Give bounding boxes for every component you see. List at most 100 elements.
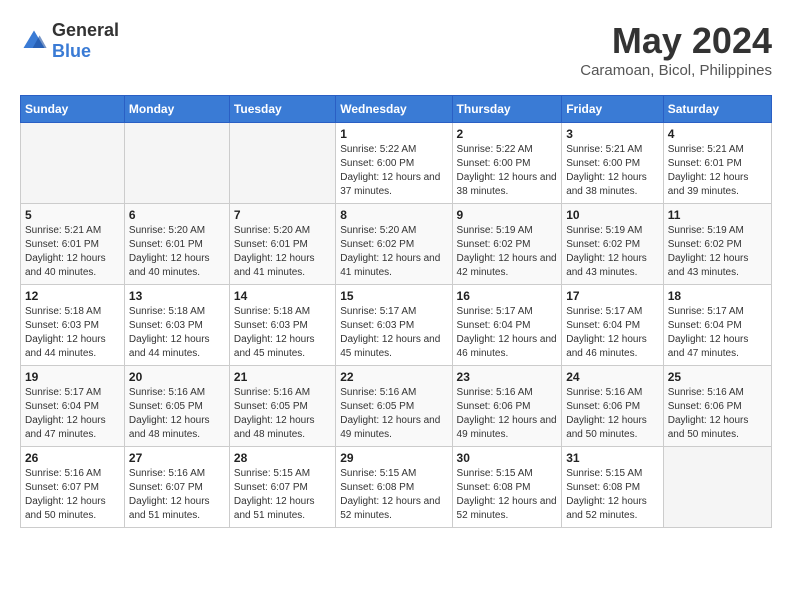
day-info: Sunrise: 5:17 AM Sunset: 6:03 PM Dayligh… [340,305,447,361]
calendar-cell: 25Sunrise: 5:16 AM Sunset: 6:06 PM Dayli… [663,366,771,447]
calendar-cell: 23 Sunrise: 5:16 AM Sunset: 6:06 PM Dayli… [452,366,562,447]
day-number: 18 [668,289,767,303]
calendar-cell: 14 Sunrise: 5:18 AM Sunset: 6:03 PM Dayli… [229,285,335,366]
day-number: 26 [25,451,120,465]
calendar-cell: 27 Sunrise: 5:16 AM Sunset: 6:07 PM Dayli… [124,447,229,528]
day-number: 27 [129,451,225,465]
calendar-header-row: SundayMondayTuesdayWednesdayThursdayFrid… [21,96,772,123]
day-info: Sunrise: 5:17 AM Sunset: 6:04 PM Dayligh… [25,386,120,442]
day-number: 20 [129,370,225,384]
day-number: 3 [566,127,659,141]
day-info: Sunrise: 5:17 AM Sunset: 6:04 PM Dayligh… [668,305,767,361]
calendar-cell: 10 Sunrise: 5:19 AM Sunset: 6:02 PM Dayli… [562,204,664,285]
logo: General Blue [20,20,119,62]
day-info: Sunrise: 5:16 AM Sunset: 6:06 PM Dayligh… [457,386,558,442]
header-friday: Friday [562,96,664,123]
calendar-cell: 20 Sunrise: 5:16 AM Sunset: 6:05 PM Dayli… [124,366,229,447]
day-number: 9 [457,208,558,222]
page-header: General Blue May 2024 Caramoan, Bicol, P… [20,20,772,79]
calendar-cell: 18 Sunrise: 5:17 AM Sunset: 6:04 PM Dayli… [663,285,771,366]
day-info: Sunrise: 5:16 AM Sunset: 6:05 PM Dayligh… [129,386,225,442]
day-number: 16 [457,289,558,303]
day-number: 11 [668,208,767,222]
calendar-cell: 31 Sunrise: 5:15 AM Sunset: 6:08 PM Dayli… [562,447,664,528]
day-info: Sunrise: 5:20 AM Sunset: 6:02 PM Dayligh… [340,224,447,280]
calendar-cell: 6 Sunrise: 5:20 AM Sunset: 6:01 PM Daylig… [124,204,229,285]
day-number: 17 [566,289,659,303]
day-number: 14 [234,289,331,303]
calendar-cell: 7 Sunrise: 5:20 AM Sunset: 6:01 PM Daylig… [229,204,335,285]
calendar-cell: 21 Sunrise: 5:16 AM Sunset: 6:05 PM Dayli… [229,366,335,447]
day-info: Sunrise: 5:16 AM Sunset: 6:07 PM Dayligh… [129,467,225,523]
header-sunday: Sunday [21,96,125,123]
calendar-cell: 9Sunrise: 5:19 AM Sunset: 6:02 PM Daylig… [452,204,562,285]
calendar-cell: 12 Sunrise: 5:18 AM Sunset: 6:03 PM Dayli… [21,285,125,366]
day-info: Sunrise: 5:17 AM Sunset: 6:04 PM Dayligh… [566,305,659,361]
calendar-cell: 11 Sunrise: 5:19 AM Sunset: 6:02 PM Dayli… [663,204,771,285]
day-number: 13 [129,289,225,303]
day-info: Sunrise: 5:19 AM Sunset: 6:02 PM Dayligh… [668,224,767,280]
day-number: 8 [340,208,447,222]
calendar-cell: 5Sunrise: 5:21 AM Sunset: 6:01 PM Daylig… [21,204,125,285]
day-number: 12 [25,289,120,303]
calendar-cell: 15 Sunrise: 5:17 AM Sunset: 6:03 PM Dayli… [336,285,452,366]
calendar-cell: 3Sunrise: 5:21 AM Sunset: 6:00 PM Daylig… [562,123,664,204]
calendar-cell: 16 Sunrise: 5:17 AM Sunset: 6:04 PM Dayli… [452,285,562,366]
day-number: 29 [340,451,447,465]
calendar-cell: 19 Sunrise: 5:17 AM Sunset: 6:04 PM Dayli… [21,366,125,447]
day-info: Sunrise: 5:17 AM Sunset: 6:04 PM Dayligh… [457,305,558,361]
day-info: Sunrise: 5:15 AM Sunset: 6:08 PM Dayligh… [457,467,558,523]
day-info: Sunrise: 5:20 AM Sunset: 6:01 PM Dayligh… [129,224,225,280]
day-info: Sunrise: 5:19 AM Sunset: 6:02 PM Dayligh… [566,224,659,280]
calendar-week-4: 19 Sunrise: 5:17 AM Sunset: 6:04 PM Dayli… [21,366,772,447]
logo-icon [20,27,48,55]
day-info: Sunrise: 5:15 AM Sunset: 6:07 PM Dayligh… [234,467,331,523]
day-number: 2 [457,127,558,141]
day-number: 10 [566,208,659,222]
day-number: 7 [234,208,331,222]
calendar-week-1: 1Sunrise: 5:22 AM Sunset: 6:00 PM Daylig… [21,123,772,204]
day-info: Sunrise: 5:18 AM Sunset: 6:03 PM Dayligh… [234,305,331,361]
day-number: 22 [340,370,447,384]
day-info: Sunrise: 5:22 AM Sunset: 6:00 PM Dayligh… [457,143,558,199]
calendar-cell [229,123,335,204]
title-block: May 2024 Caramoan, Bicol, Philippines [580,20,772,79]
day-number: 6 [129,208,225,222]
day-number: 23 [457,370,558,384]
calendar-week-2: 5Sunrise: 5:21 AM Sunset: 6:01 PM Daylig… [21,204,772,285]
calendar-cell: 2 Sunrise: 5:22 AM Sunset: 6:00 PM Daylig… [452,123,562,204]
day-number: 21 [234,370,331,384]
day-info: Sunrise: 5:16 AM Sunset: 6:06 PM Dayligh… [566,386,659,442]
day-info: Sunrise: 5:18 AM Sunset: 6:03 PM Dayligh… [25,305,120,361]
day-info: Sunrise: 5:16 AM Sunset: 6:06 PM Dayligh… [668,386,767,442]
day-info: Sunrise: 5:20 AM Sunset: 6:01 PM Dayligh… [234,224,331,280]
location-subtitle: Caramoan, Bicol, Philippines [580,62,772,79]
day-info: Sunrise: 5:16 AM Sunset: 6:07 PM Dayligh… [25,467,120,523]
day-number: 28 [234,451,331,465]
calendar-cell: 17 Sunrise: 5:17 AM Sunset: 6:04 PM Dayli… [562,285,664,366]
calendar-cell: 8 Sunrise: 5:20 AM Sunset: 6:02 PM Daylig… [336,204,452,285]
calendar-cell: 26 Sunrise: 5:16 AM Sunset: 6:07 PM Dayli… [21,447,125,528]
calendar-cell: 1Sunrise: 5:22 AM Sunset: 6:00 PM Daylig… [336,123,452,204]
day-info: Sunrise: 5:21 AM Sunset: 6:01 PM Dayligh… [668,143,767,199]
month-year-title: May 2024 [580,20,772,62]
day-info: Sunrise: 5:22 AM Sunset: 6:00 PM Dayligh… [340,143,447,199]
day-number: 19 [25,370,120,384]
calendar-cell: 30 Sunrise: 5:15 AM Sunset: 6:08 PM Dayli… [452,447,562,528]
calendar-cell: 22Sunrise: 5:16 AM Sunset: 6:05 PM Dayli… [336,366,452,447]
header-tuesday: Tuesday [229,96,335,123]
day-info: Sunrise: 5:16 AM Sunset: 6:05 PM Dayligh… [234,386,331,442]
day-info: Sunrise: 5:21 AM Sunset: 6:01 PM Dayligh… [25,224,120,280]
day-number: 30 [457,451,558,465]
day-number: 24 [566,370,659,384]
logo-general: General [52,20,119,40]
header-thursday: Thursday [452,96,562,123]
calendar-cell: 24 Sunrise: 5:16 AM Sunset: 6:06 PM Dayli… [562,366,664,447]
header-wednesday: Wednesday [336,96,452,123]
calendar-week-3: 12 Sunrise: 5:18 AM Sunset: 6:03 PM Dayli… [21,285,772,366]
day-number: 31 [566,451,659,465]
day-info: Sunrise: 5:15 AM Sunset: 6:08 PM Dayligh… [566,467,659,523]
calendar-cell: 13Sunrise: 5:18 AM Sunset: 6:03 PM Dayli… [124,285,229,366]
calendar-table: SundayMondayTuesdayWednesdayThursdayFrid… [20,95,772,528]
day-number: 15 [340,289,447,303]
